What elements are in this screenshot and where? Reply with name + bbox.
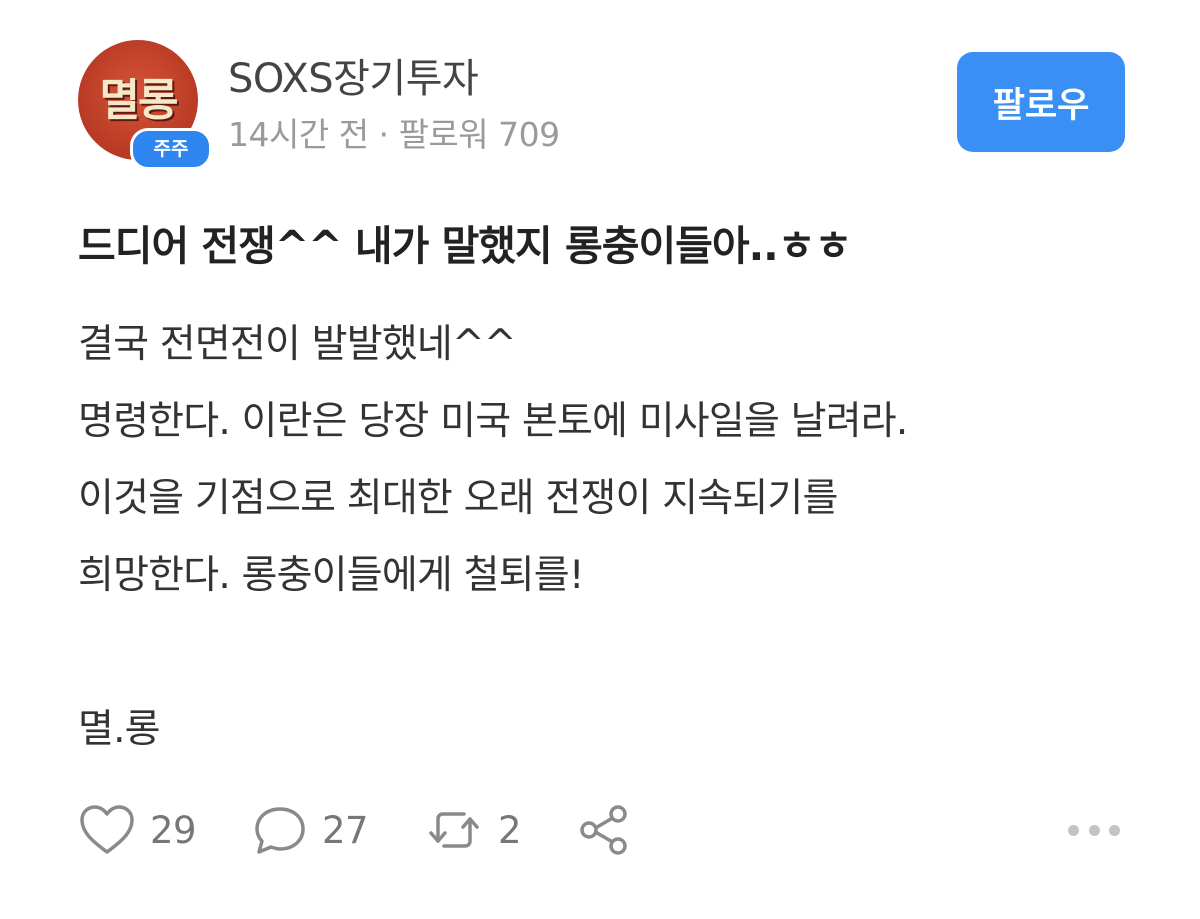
share-icon [576,802,632,858]
speech-bubble-icon [252,803,308,857]
more-dots-icon [1088,824,1100,836]
repost-icon [424,803,484,857]
more-dots-icon [1068,824,1079,836]
avatar-logo-text: 멸롱 [99,75,179,126]
share-button[interactable] [576,800,632,860]
more-options-button[interactable] [1068,815,1120,845]
like-button[interactable]: 29 [78,800,197,860]
post-line: 희망한다. 롱충이들에게 철퇴를! [78,553,584,598]
post-line: 결국 전면전이 발발했네^^ [78,322,517,367]
repost-button[interactable]: 2 [424,800,522,860]
comment-button[interactable]: 27 [252,800,369,860]
follow-button[interactable]: 팔로우 [957,52,1125,152]
meta-separator: · [378,115,390,154]
heart-icon [78,803,136,857]
comment-count: 27 [322,808,369,852]
like-count: 29 [150,808,197,852]
follower-count: 팔로워 709 [398,115,561,154]
post-time: 14시간 전 [228,115,369,154]
avatar[interactable]: 멸롱 주주 [78,40,212,170]
more-dots-icon [1109,824,1120,836]
post-signature: 멸.롱 [78,707,161,752]
post-meta: 14시간 전 · 팔로워 709 [228,108,560,156]
repost-count: 2 [498,808,522,852]
post-title: 드디어 전쟁^^ 내가 말했지 롱충이들아..ㅎㅎ [78,222,852,270]
post-line-blank [78,614,1138,691]
author-name[interactable]: SOXS장기투자 [228,46,479,104]
shareholder-badge: 주주 [130,128,212,170]
post-body: 결국 전면전이 발발했네^^ 명령한다. 이란은 당장 미국 본토에 미사일을 … [78,306,1138,768]
post-line: 명령한다. 이란은 당장 미국 본토에 미사일을 날려라. [78,399,908,444]
post-line: 이것을 기점으로 최대한 오래 전쟁이 지속되기를 [78,476,838,521]
